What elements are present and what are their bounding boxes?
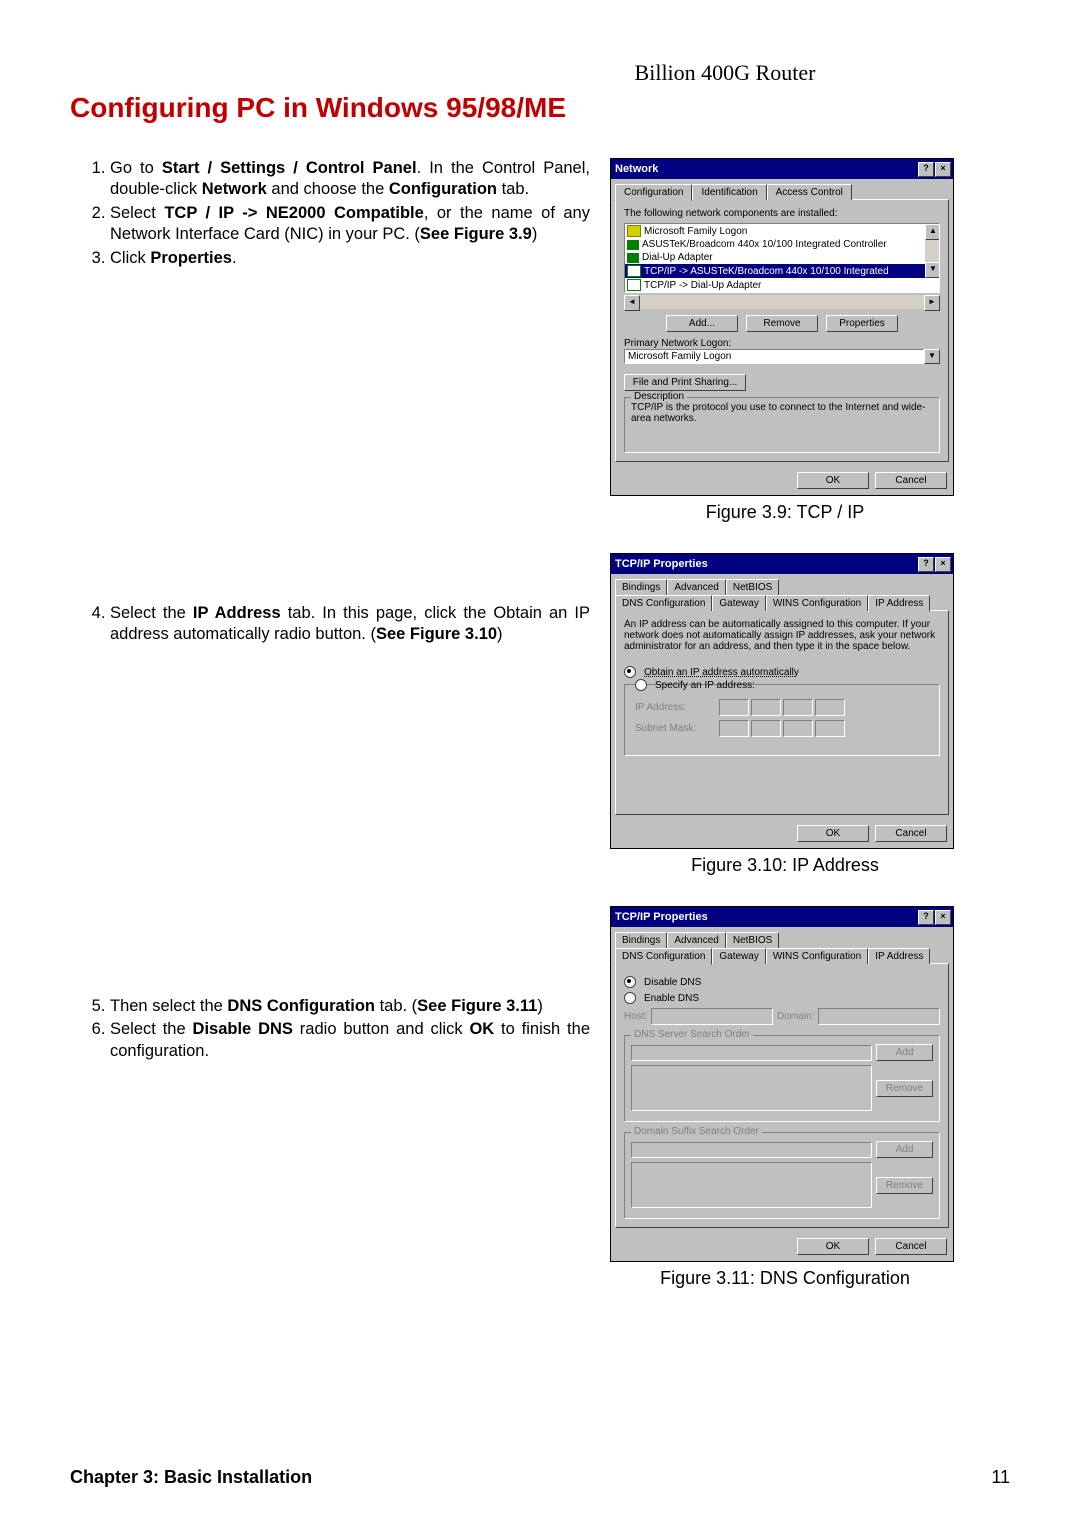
remove-button: Remove (876, 1080, 933, 1097)
add-button: Add (876, 1141, 933, 1158)
component-icon (627, 240, 639, 250)
description-group: Description TCP/IP is the protocol you u… (624, 397, 940, 453)
tab-netbios[interactable]: NetBIOS (726, 579, 779, 595)
ip-address-input (719, 699, 845, 716)
primary-logon-dropdown[interactable]: Microsoft Family Logon ▼ (624, 349, 940, 364)
tcpip-dialog-dns: TCP/IP Properties ? × BindingsAdvancedNe… (610, 906, 954, 1262)
subnet-mask-label: Subnet Mask: (635, 723, 715, 734)
network-dialog: Network ? × ConfigurationIdentificationA… (610, 158, 954, 496)
list-item[interactable]: Dial-Up Adapter (625, 251, 939, 264)
domain-label: Domain: (777, 1011, 814, 1022)
host-label: Host: (624, 1011, 647, 1022)
tab-advanced[interactable]: Advanced (667, 579, 725, 595)
step-item: Select TCP / IP -> NE2000 Compatible, or… (110, 203, 590, 246)
scroll-left-icon[interactable]: ◄ (624, 295, 640, 311)
ip-address-label: IP Address: (635, 702, 715, 713)
header-product: Billion 400G Router (440, 60, 1010, 86)
enable-dns-radio[interactable]: Enable DNS (624, 992, 940, 1004)
specify-ip-radio[interactable]: Specify an IP address: (635, 679, 929, 691)
scroll-right-icon[interactable]: ► (924, 295, 940, 311)
tab-gateway[interactable]: Gateway (712, 595, 765, 611)
tab-netbios[interactable]: NetBIOS (726, 932, 779, 948)
chapter-label: Chapter 3: Basic Installation (70, 1467, 312, 1488)
steps-list-3: Then select the DNS Configuration tab. (… (70, 996, 590, 1062)
steps-list-1: Go to Start / Settings / Control Panel. … (70, 158, 590, 269)
dns-search-order: DNS Server Search Order Add Remove (624, 1035, 940, 1122)
dialog-title: TCP/IP Properties (615, 911, 708, 923)
ok-button[interactable]: OK (797, 1238, 869, 1255)
close-icon[interactable]: × (935, 162, 951, 177)
properties-button[interactable]: Properties (826, 315, 898, 332)
component-icon (627, 279, 641, 291)
component-icon (627, 253, 639, 263)
cancel-button[interactable]: Cancel (875, 472, 947, 489)
add-button: Add (876, 1044, 933, 1061)
tab-ip-address[interactable]: IP Address (868, 595, 930, 612)
dialog-title: Network (615, 163, 658, 175)
component-icon (627, 225, 641, 237)
step-item: Select the IP Address tab. In this page,… (110, 603, 590, 646)
help-icon[interactable]: ? (918, 557, 934, 572)
domain-input (818, 1008, 940, 1025)
domain-suffix-order: Domain Suffix Search Order Add Remove (624, 1132, 940, 1219)
help-icon[interactable]: ? (918, 162, 934, 177)
ok-button[interactable]: OK (797, 825, 869, 842)
figure-caption: Figure 3.10: IP Address (610, 855, 960, 876)
cancel-button[interactable]: Cancel (875, 1238, 947, 1255)
tab-identification[interactable]: Identification (692, 184, 766, 200)
tab-ip-address[interactable]: IP Address (868, 948, 930, 964)
tab-wins-configuration[interactable]: WINS Configuration (766, 948, 868, 964)
figure-caption: Figure 3.11: DNS Configuration (610, 1268, 960, 1289)
component-icon (627, 265, 641, 277)
cancel-button[interactable]: Cancel (875, 825, 947, 842)
list-item[interactable]: TCP/IP -> ASUSTeK/Broadcom 440x 10/100 I… (625, 264, 939, 278)
add-button[interactable]: Add... (666, 315, 738, 332)
host-input (651, 1008, 773, 1025)
ip-description: An IP address can be automatically assig… (624, 619, 940, 652)
tab-bindings[interactable]: Bindings (615, 579, 667, 595)
figure-caption: Figure 3.9: TCP / IP (610, 502, 960, 523)
scroll-up-icon[interactable]: ▲ (925, 224, 940, 240)
subnet-mask-input (719, 720, 845, 737)
tab-configuration[interactable]: Configuration (615, 184, 692, 201)
list-item[interactable]: TCP/IP -> Dial-Up Adapter (625, 278, 939, 292)
components-label: The following network components are ins… (624, 208, 940, 219)
chevron-down-icon[interactable]: ▼ (924, 349, 940, 364)
dialog-title: TCP/IP Properties (615, 558, 708, 570)
section-title: Configuring PC in Windows 95/98/ME (70, 92, 1010, 124)
tcpip-dialog-ip: TCP/IP Properties ? × BindingsAdvancedNe… (610, 553, 954, 849)
step-item: Select the Disable DNS radio button and … (110, 1019, 590, 1062)
remove-button[interactable]: Remove (746, 315, 818, 332)
tab-bindings[interactable]: Bindings (615, 932, 667, 948)
scroll-down-icon[interactable]: ▼ (925, 262, 940, 278)
obtain-ip-radio[interactable]: Obtain an IP address automatically (624, 666, 940, 678)
tab-wins-configuration[interactable]: WINS Configuration (766, 595, 868, 611)
steps-list-2: Select the IP Address tab. In this page,… (70, 603, 590, 646)
step-item: Click Properties. (110, 248, 590, 269)
close-icon[interactable]: × (935, 910, 951, 925)
list-item[interactable]: ASUSTeK/Broadcom 440x 10/100 Integrated … (625, 238, 939, 251)
disable-dns-radio[interactable]: Disable DNS (624, 976, 940, 988)
file-print-sharing-button[interactable]: File and Print Sharing... (624, 374, 746, 391)
tab-access-control[interactable]: Access Control (767, 184, 852, 200)
remove-button: Remove (876, 1177, 933, 1194)
list-item[interactable]: Microsoft Family Logon (625, 224, 939, 238)
step-item: Then select the DNS Configuration tab. (… (110, 996, 590, 1017)
tab-dns-configuration[interactable]: DNS Configuration (615, 948, 712, 965)
close-icon[interactable]: × (935, 557, 951, 572)
help-icon[interactable]: ? (918, 910, 934, 925)
ok-button[interactable]: OK (797, 472, 869, 489)
step-item: Go to Start / Settings / Control Panel. … (110, 158, 590, 201)
page-number: 11 (991, 1467, 1010, 1488)
primary-logon-label: Primary Network Logon: (624, 338, 940, 349)
tab-gateway[interactable]: Gateway (712, 948, 765, 964)
components-list[interactable]: Microsoft Family LogonASUSTeK/Broadcom 4… (624, 223, 940, 293)
tab-dns-configuration[interactable]: DNS Configuration (615, 595, 712, 611)
tab-advanced[interactable]: Advanced (667, 932, 725, 948)
